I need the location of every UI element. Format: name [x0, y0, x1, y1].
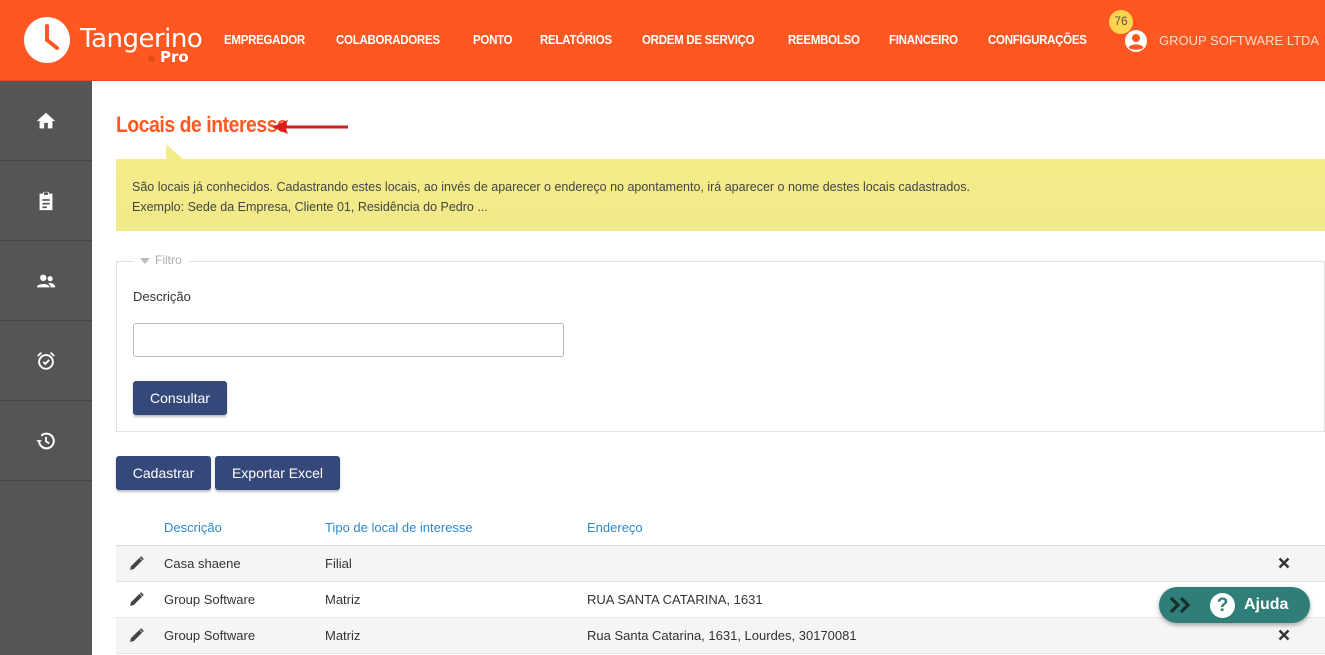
cell-descricao: Group Software — [164, 592, 256, 607]
description-input[interactable] — [133, 323, 564, 357]
filter-toggle[interactable]: Filtro — [134, 253, 188, 267]
clock-logo-icon[interactable] — [24, 17, 70, 63]
table-row: Casa shaene Filial — [116, 546, 1325, 582]
help-button[interactable]: ? Ajuda — [1159, 587, 1310, 623]
cell-tipo: Matriz — [325, 592, 361, 607]
notification-badge[interactable]: 76 — [1109, 10, 1133, 34]
main-nav: EMPREGADOR COLABORADORES PONTO RELATÓRIO… — [212, 33, 1107, 47]
export-excel-button[interactable]: Exportar Excel — [215, 456, 340, 490]
top-bar: Tangerino Pro EMPREGADOR COLABORADORES P… — [0, 0, 1325, 81]
cell-descricao: Group Software — [164, 628, 256, 643]
clipboard-icon — [39, 191, 53, 210]
info-box-pointer — [166, 144, 184, 160]
help-label: Ajuda — [1244, 596, 1289, 613]
filter-legend-label: Filtro — [155, 253, 182, 267]
nav-colaboradores[interactable]: COLABORADORES — [336, 33, 440, 47]
nav-empregador[interactable]: EMPREGADOR — [224, 33, 305, 47]
pencil-edit-icon[interactable] — [128, 627, 145, 644]
cell-tipo: Matriz — [325, 628, 361, 643]
table-row: Group Software Matriz RUA SANTA CATARINA… — [116, 582, 1325, 618]
cell-endereco: Rua Santa Catarina, 1631, Lourdes, 30170… — [587, 628, 857, 643]
nav-relatorios[interactable]: RELATÓRIOS — [540, 33, 612, 47]
brand-dot — [148, 55, 155, 62]
sidebar-item-history[interactable] — [0, 401, 92, 481]
double-chevron-right-icon — [1169, 596, 1191, 614]
info-box: São locais já conhecidos. Cadastrando es… — [116, 159, 1325, 231]
sidebar — [0, 81, 92, 655]
page-title: Locais de interesse — [116, 112, 288, 137]
company-name[interactable]: GROUP SOFTWARE LTDA — [1159, 33, 1319, 48]
sidebar-item-home[interactable] — [0, 81, 92, 161]
description-label: Descrição — [133, 289, 191, 304]
sidebar-item-people[interactable] — [0, 241, 92, 321]
search-button[interactable]: Consultar — [133, 381, 227, 415]
cell-endereco: RUA SANTA CATARINA, 1631 — [587, 592, 763, 607]
home-icon — [36, 112, 56, 128]
nav-ponto[interactable]: PONTO — [473, 33, 513, 47]
nav-reembolso[interactable]: REEMBOLSO — [788, 33, 860, 47]
sidebar-item-clipboard[interactable] — [0, 161, 92, 241]
pencil-edit-icon[interactable] — [128, 555, 145, 572]
info-text-line2: Exemplo: Sede da Empresa, Cliente 01, Re… — [132, 200, 488, 214]
caret-down-icon — [140, 257, 150, 264]
cell-descricao: Casa shaene — [164, 556, 241, 571]
column-header-endereco[interactable]: Endereço — [587, 520, 643, 535]
history-icon — [36, 432, 55, 449]
sidebar-item-alarm[interactable] — [0, 321, 92, 401]
question-mark-icon: ? — [1210, 593, 1235, 618]
alarm-icon — [37, 351, 55, 370]
brand-sub: Pro — [160, 48, 189, 66]
people-icon — [36, 274, 56, 287]
info-text-line1: São locais já conhecidos. Cadastrando es… — [132, 180, 971, 194]
pencil-edit-icon[interactable] — [128, 591, 145, 608]
table-row: Group Software Matriz Rua Santa Catarina… — [116, 618, 1325, 654]
column-header-tipo[interactable]: Tipo de local de interesse — [325, 520, 473, 535]
nav-financeiro[interactable]: FINANCEIRO — [889, 33, 958, 47]
nav-configuracoes[interactable]: CONFIGURAÇÕES — [988, 33, 1087, 47]
delete-x-icon[interactable] — [1278, 557, 1290, 569]
nav-ordem-de-servico[interactable]: ORDEM DE SERVIÇO — [642, 33, 755, 47]
cell-tipo: Filial — [325, 556, 352, 571]
arrow-left-icon — [272, 120, 348, 134]
user-account-icon[interactable] — [1124, 29, 1148, 53]
create-button[interactable]: Cadastrar — [116, 456, 211, 490]
column-header-descricao[interactable]: Descrição — [164, 520, 222, 535]
delete-x-icon[interactable] — [1278, 629, 1290, 641]
